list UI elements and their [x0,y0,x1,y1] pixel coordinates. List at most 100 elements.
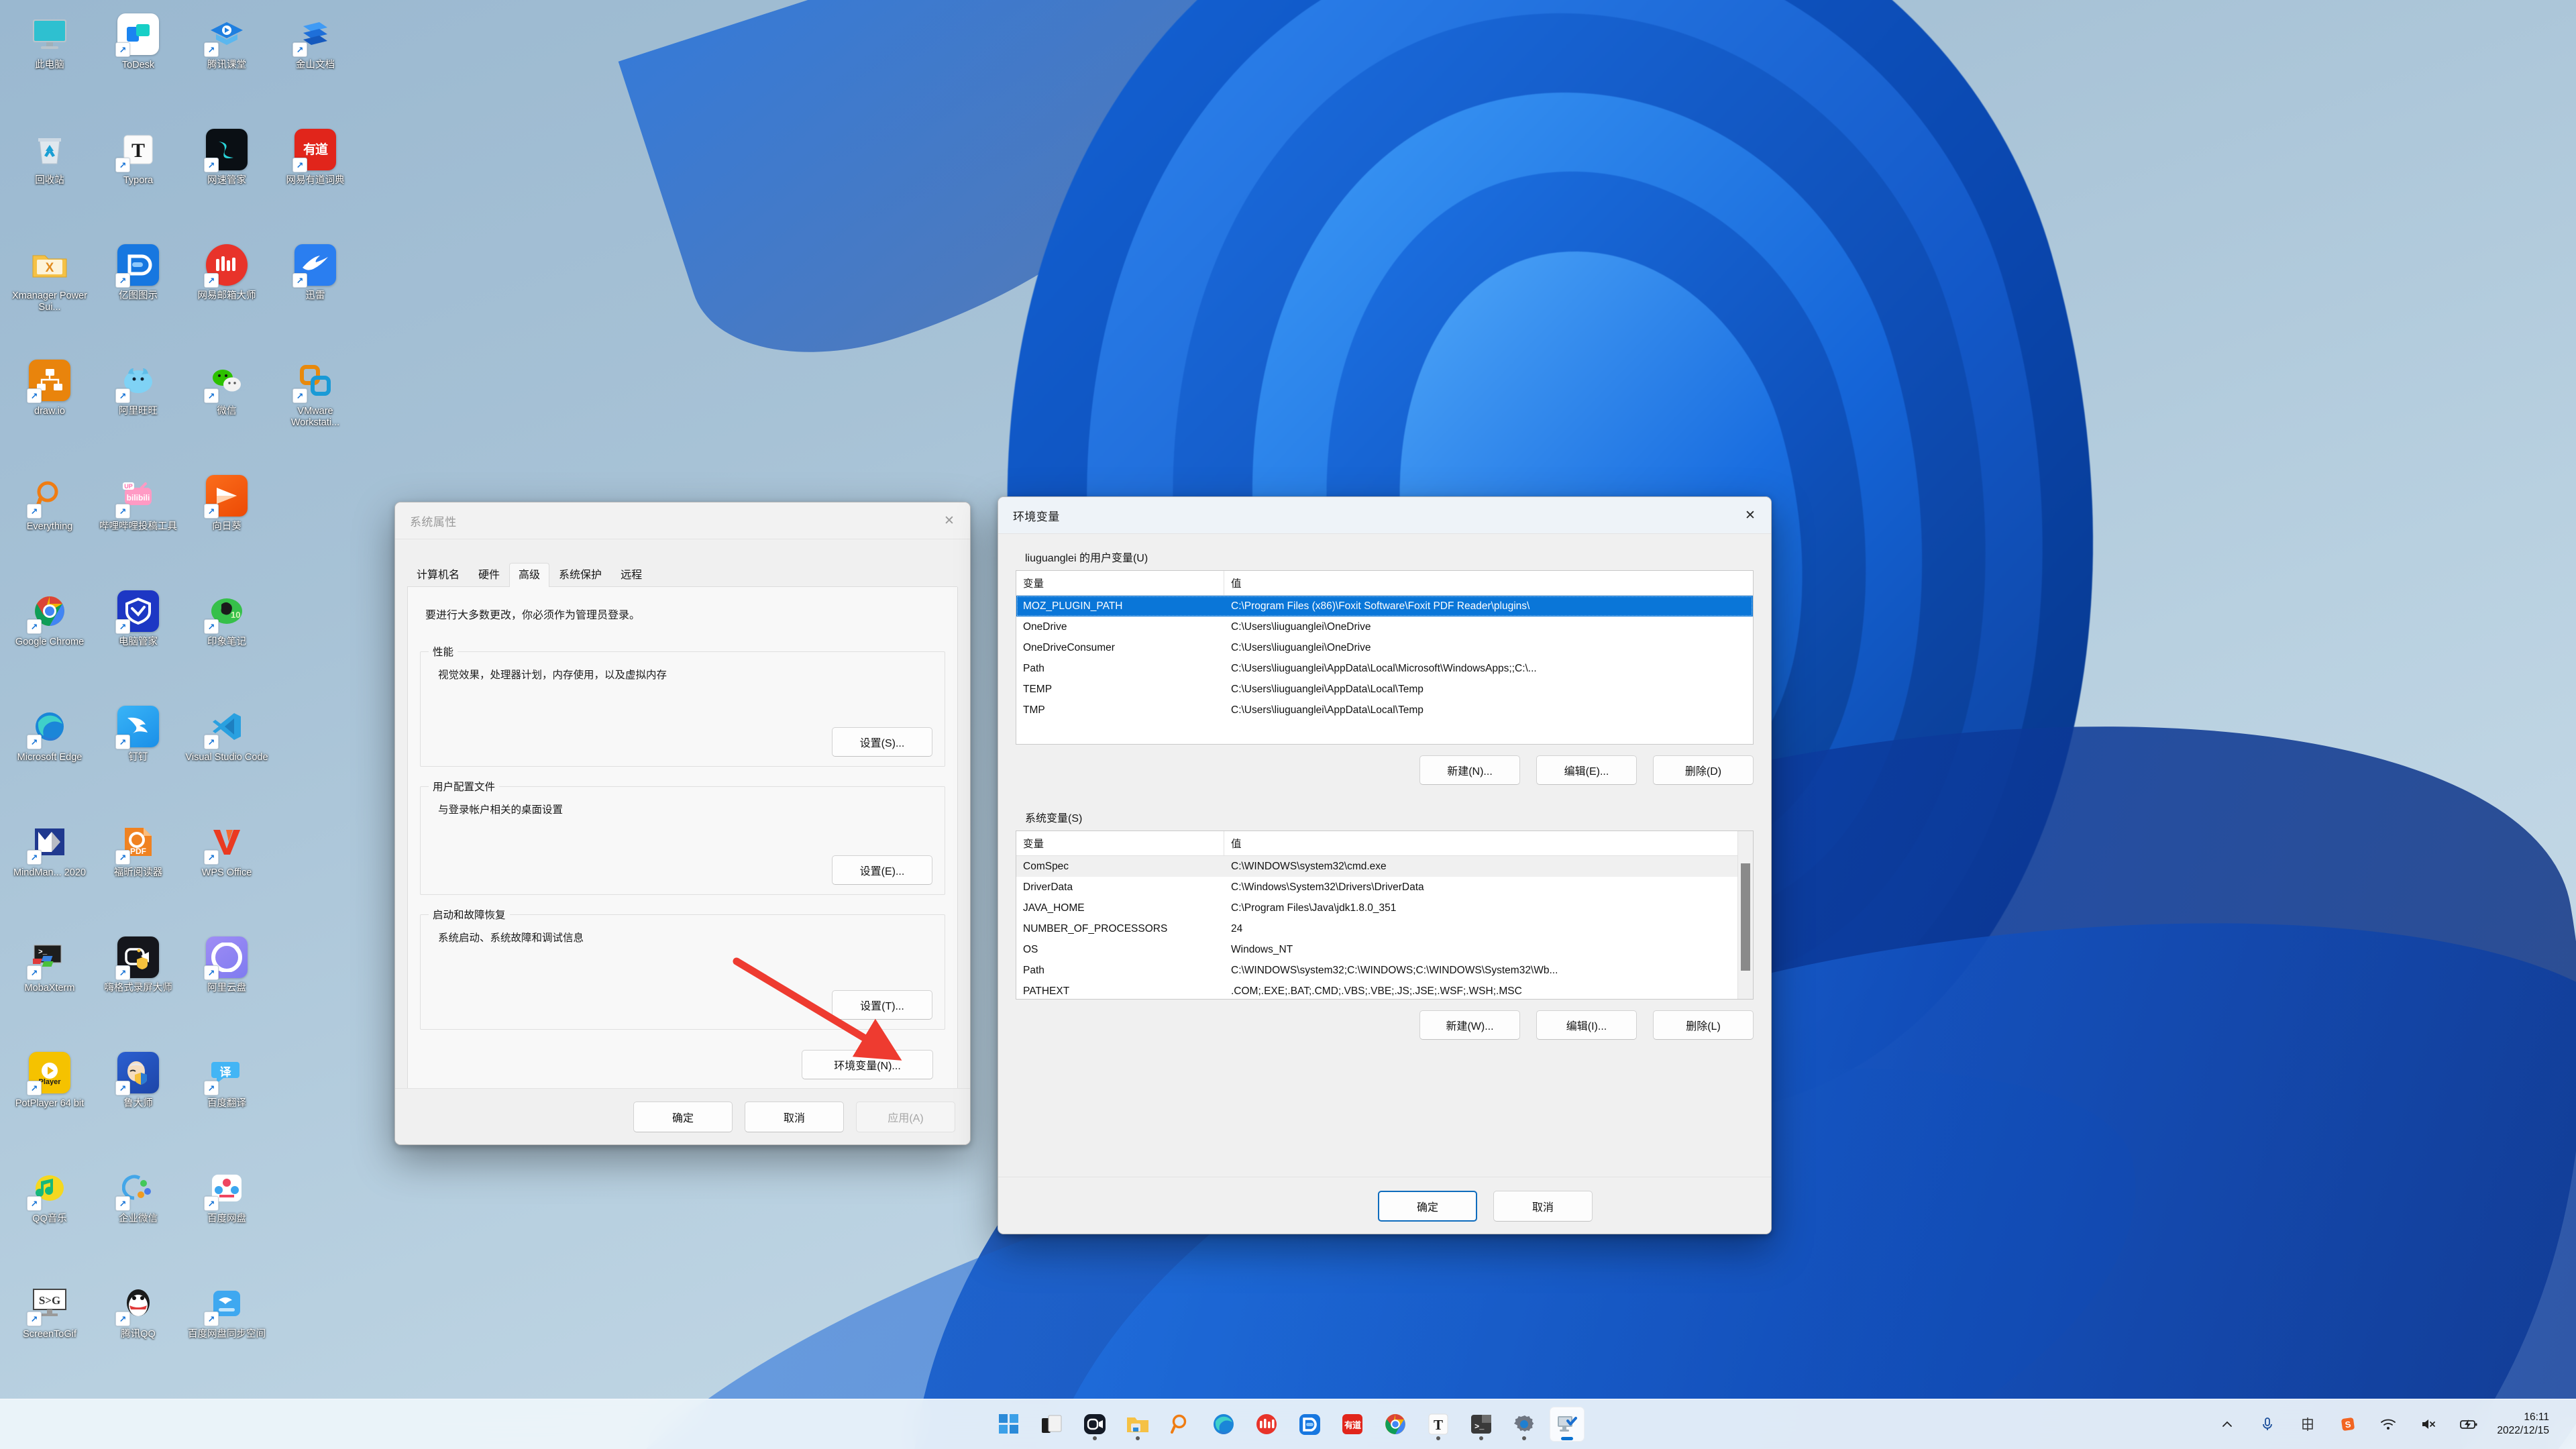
desktop-icon-recycle-bin-icon[interactable]: 回收站 [5,123,94,239]
desktop-icon-qq-music-icon[interactable]: QQ音乐 [5,1162,94,1277]
desktop-icon-youdao-dict-icon[interactable]: 有道网易有道词典 [271,123,360,239]
desktop-icon-foxit-reader-icon[interactable]: PDF 福昕阅读器 [94,816,182,931]
system-new-button[interactable]: 新建(W)... [1419,1010,1520,1040]
system-edit-button[interactable]: 编辑(I)... [1536,1010,1637,1040]
table-row[interactable]: OneDriveConsumer C:\Users\liuguanglei\One… [1016,637,1753,658]
desktop-icon-vmware-icon[interactable]: VMware Workstati... [271,354,360,470]
desktop-icon-this-pc-icon[interactable]: 此电脑 [5,8,94,123]
user-edit-button[interactable]: 编辑(E)... [1536,755,1637,785]
table-row[interactable]: TMP C:\Users\liuguanglei\AppData\Local\Te… [1016,700,1753,720]
sogou-ime-button[interactable]: S [2328,1406,2368,1442]
desktop-icon-baidu-translate-icon[interactable]: 译百度翻译 [182,1046,271,1162]
table-row[interactable]: OneDrive C:\Users\liuguanglei\OneDrive [1016,616,1753,637]
user-variables-list[interactable]: 变量 值 MOZ_PLUGIN_PATH C:\Program Files (x8… [1016,570,1754,745]
typora-button[interactable]: T [1421,1407,1456,1442]
system-variables-scrollbar[interactable] [1737,831,1753,999]
desktop-icon-evernote-icon[interactable]: 10 印象笔记 [182,585,271,700]
taskview-button[interactable] [1034,1407,1069,1442]
desktop-icon-pc-manager-icon[interactable]: 电脑管家 [94,585,182,700]
start-button[interactable] [991,1407,1026,1442]
system-delete-button[interactable]: 删除(L) [1653,1010,1754,1040]
netease-mail-button[interactable] [1249,1407,1284,1442]
system-variables-list[interactable]: 变量 值 ComSpec C:\WINDOWS\system32\cmd.exe D… [1016,830,1754,1000]
table-row[interactable]: DriverData C:\Windows\System32\Drivers\Dr… [1016,877,1753,898]
desktop-icon-edraw-icon[interactable]: 亿图图示 [94,239,182,354]
edge-button[interactable] [1206,1407,1241,1442]
startup-recovery-settings-button[interactable]: 设置(T)... [832,990,932,1020]
desktop-icon-tencent-classroom-icon[interactable]: 腾讯课堂 [182,8,271,123]
ime-button[interactable] [2288,1406,2328,1442]
desktop-icon-ludashi-icon[interactable]: 鲁大师 [94,1046,182,1162]
desktop-icon-typora-icon[interactable]: T Typora [94,123,182,239]
desktop-icon-baidu-netdisk-sync-icon[interactable]: 百度网盘同步空间 [182,1277,271,1393]
desktop-icon-mobaxterm-icon[interactable]: >_ MobaXterm [5,931,94,1046]
table-row[interactable]: JAVA_HOME C:\Program Files\Java\jdk1.8.0_… [1016,898,1753,918]
file-explorer-button[interactable] [1120,1407,1155,1442]
desktop-icon-thunder-icon[interactable]: 迅雷 [271,239,360,354]
desktop-icon-baidu-netdisk-icon[interactable]: 百度网盘 [182,1162,271,1277]
table-row[interactable]: NUMBER_OF_PROCESSORS 24 [1016,918,1753,939]
desktop-icon-netspeed-manager-icon[interactable]: 网速管家 [182,123,271,239]
desktop-icon-higeshi-recorder-icon[interactable]: 嗨格式录屏大师 [94,931,182,1046]
desktop-icon-aliwangwang-icon[interactable]: 阿里旺旺 [94,354,182,470]
desktop-icon-aliyun-drive-icon[interactable]: 阿里云盘 [182,931,271,1046]
table-row[interactable]: MOZ_PLUGIN_PATH C:\Program Files (x86)\Fo… [1016,596,1753,616]
cancel-button[interactable]: 取消 [745,1101,844,1132]
table-row[interactable]: Path C:\Users\liuguanglei\AppData\Local\M… [1016,658,1753,679]
table-row[interactable]: OS Windows_NT [1016,939,1753,960]
system-properties-titlebar[interactable]: 系统属性 ✕ [395,502,970,539]
table-row[interactable]: TEMP C:\Users\liuguanglei\AppData\Local\T… [1016,679,1753,700]
desktop-icon-everything-icon[interactable]: Everything [5,470,94,585]
user-new-button[interactable]: 新建(N)... [1419,755,1520,785]
desktop-icon-wechat-icon[interactable]: 微信 [182,354,271,470]
ok-button[interactable]: 确定 [633,1101,733,1132]
desktop-icon-tencent-qq-icon[interactable]: 腾讯QQ [94,1277,182,1393]
close-icon[interactable]: ✕ [928,502,970,539]
edraw-button[interactable] [1292,1407,1327,1442]
environment-variables-titlebar[interactable]: 环境变量 ✕ [998,497,1771,534]
network-button[interactable] [2368,1406,2408,1442]
desktop-icon-xmanager-icon[interactable]: X Xmanager Power Sui... [5,239,94,354]
clock[interactable]: 16:11 2022/12/15 [2489,1406,2560,1442]
tray-overflow-button[interactable] [2207,1406,2247,1442]
desktop-icon-todesk-icon[interactable]: ToDesk [94,8,182,123]
desktop-icon-wps-office-icon[interactable]: WPS Office [182,816,271,931]
performance-settings-button[interactable]: 设置(S)... [832,727,932,757]
desktop-icon-edge-icon[interactable]: Microsoft Edge [5,700,94,816]
system-properties-button[interactable] [1550,1407,1585,1442]
desktop-icon-screentogif-icon[interactable]: S>G ScreenToGif [5,1277,94,1393]
volume-button[interactable] [2408,1406,2449,1442]
desktop-icon-drawio-icon[interactable]: draw.io [5,354,94,470]
user-delete-button[interactable]: 删除(D) [1653,755,1754,785]
tab-0[interactable]: 计算机名 [407,563,469,587]
table-row[interactable]: ComSpec C:\WINDOWS\system32\cmd.exe [1016,856,1753,877]
everything-button[interactable] [1163,1407,1198,1442]
desktop-icon-kingsoft-docs-icon[interactable]: 金山文档 [271,8,360,123]
desktop-icon-mindmanager-icon[interactable]: MindMan... 2020 [5,816,94,931]
close-icon[interactable]: ✕ [1729,497,1771,533]
settings-button[interactable] [1507,1407,1542,1442]
youdao-button[interactable]: 有道 [1335,1407,1370,1442]
tab-1[interactable]: 硬件 [469,563,509,587]
desktop-icon-bilibili-uploader-icon[interactable]: bilibili UP 哔哩哔哩投稿工具 [94,470,182,585]
desktop-icon-dingtalk-icon[interactable]: 钉钉 [94,700,182,816]
desktop-icon-chrome-icon[interactable]: Google Chrome [5,585,94,700]
table-row[interactable]: PATHEXT .COM;.EXE;.BAT;.CMD;.VBS;.VBE;.JS… [1016,981,1753,999]
desktop-icon-sunflower-icon[interactable]: 向日葵 [182,470,271,585]
tab-2[interactable]: 高级 [509,563,550,587]
ok-button[interactable]: 确定 [1378,1190,1477,1222]
environment-variables-button[interactable]: 环境变量(N)... [802,1050,933,1079]
desktop-icon-potplayer-icon[interactable]: Player PotPlayer 64 bit [5,1046,94,1162]
battery-button[interactable] [2449,1406,2489,1442]
terminal-button[interactable]: >_ [1464,1407,1499,1442]
tab-3[interactable]: 系统保护 [549,563,611,587]
show-desktop-button[interactable] [2560,1399,2567,1449]
tab-4[interactable]: 远程 [611,563,651,587]
desktop-icon-netease-mail-icon[interactable]: 网易邮箱大师 [182,239,271,354]
user-profiles-settings-button[interactable]: 设置(E)... [832,855,932,885]
table-row[interactable]: Path C:\WINDOWS\system32;C:\WINDOWS;C:\WI… [1016,960,1753,981]
microphone-button[interactable] [2247,1406,2288,1442]
desktop-icon-wecom-icon[interactable]: 企业微信 [94,1162,182,1277]
chrome-button[interactable] [1378,1407,1413,1442]
cancel-button[interactable]: 取消 [1493,1190,1593,1222]
